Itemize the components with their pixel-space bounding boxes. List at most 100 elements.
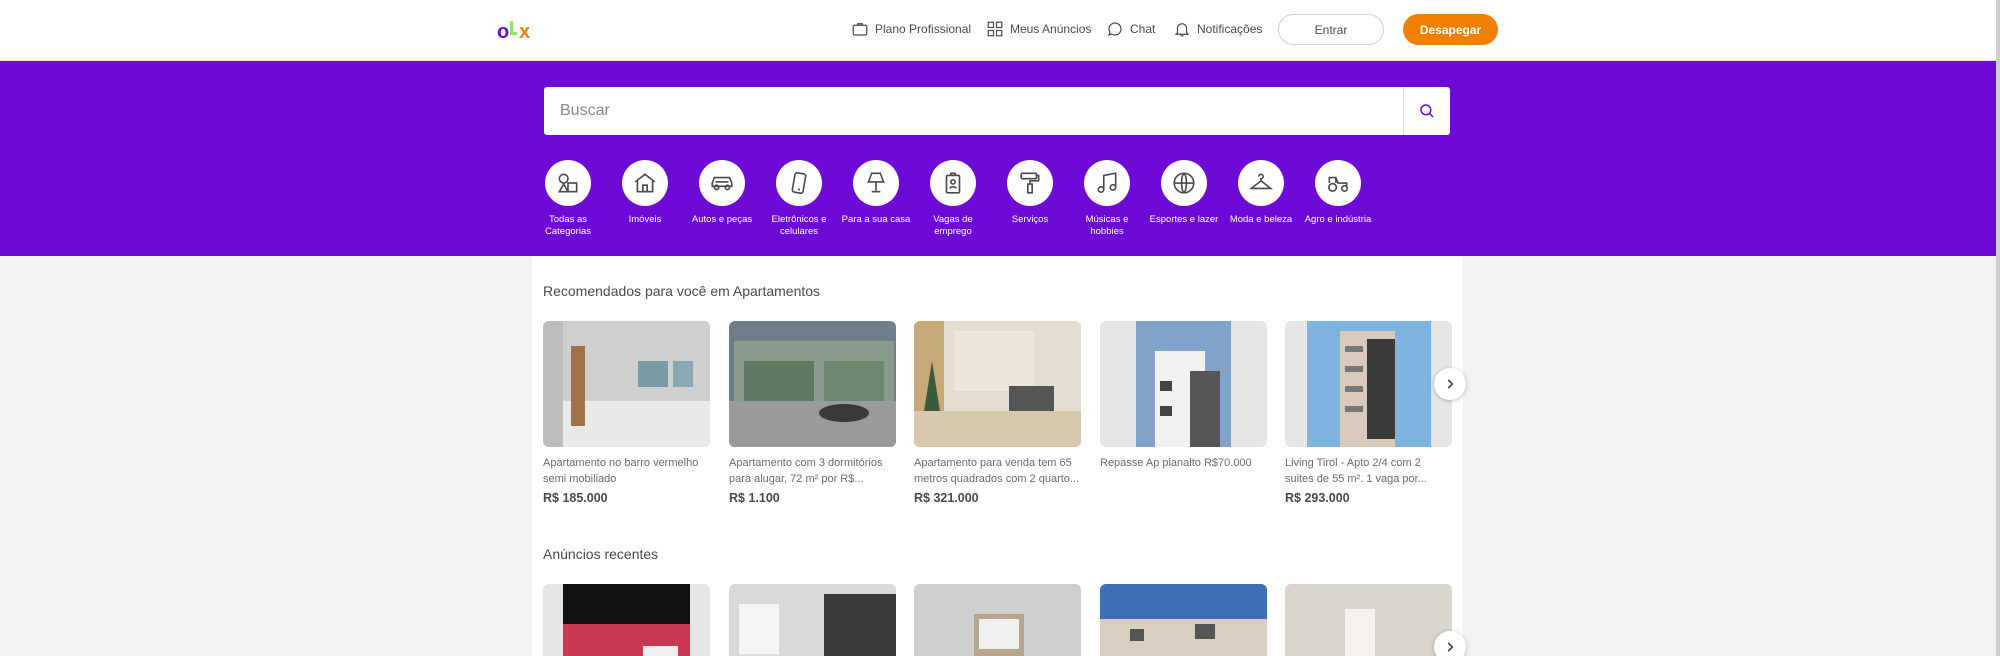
listing-card[interactable]: Apartamento para venda tem 65 metros qua… [914, 321, 1081, 505]
category-circle [853, 160, 899, 206]
shapes-icon [557, 173, 578, 193]
category-label: Agro e indústria [1304, 214, 1372, 225]
recommended-title: Recomendados para você em Apartamentos [543, 283, 821, 299]
category-label: Eletrônicos e celulares [771, 214, 827, 237]
nav-label: Notificações [1197, 22, 1263, 36]
nav-notificacoes[interactable]: Notificações [1173, 14, 1262, 44]
category-circle [930, 160, 976, 206]
listing-card[interactable] [729, 584, 896, 656]
listing-price: R$ 185.000 [543, 491, 608, 505]
category-autos[interactable]: Autos e peças [684, 160, 760, 226]
listing-image [729, 321, 896, 447]
nav-label: Chat [1130, 22, 1156, 36]
svg-text:o: o [497, 21, 509, 42]
listing-title: Apartamento para venda tem 65 metros qua… [914, 457, 1080, 485]
listing-image [1285, 584, 1452, 656]
listing-image [1100, 321, 1267, 447]
hanger-icon [1248, 173, 1274, 190]
chevron-right-icon [1447, 379, 1454, 389]
olx-logo[interactable]: o x [497, 18, 541, 42]
post-ad-button[interactable]: Desapegar [1403, 14, 1498, 45]
recent-title: Anúncios recentes [543, 546, 659, 562]
listing-card[interactable]: Repasse Ap planalto R$70.000 [1100, 321, 1267, 491]
category-label: Para a sua casa [841, 214, 911, 225]
category-vagas[interactable]: Vagas de emprego [915, 160, 991, 238]
category-servicos[interactable]: Serviços [992, 160, 1068, 226]
category-label: Serviços [1011, 214, 1049, 225]
nav-label: Meus Anúncios [1010, 22, 1092, 36]
category-label: Autos e peças [691, 214, 753, 225]
listing-image [543, 584, 710, 656]
category-casa[interactable]: Para a sua casa [838, 160, 914, 226]
category-circle [1238, 160, 1284, 206]
nav-chat[interactable]: Chat [1106, 14, 1155, 44]
listing-card[interactable]: Apartamento no barro vermelho semi mobil… [543, 321, 710, 505]
bell-icon [1174, 23, 1190, 37]
search-button[interactable] [1403, 87, 1450, 135]
category-circle [1084, 160, 1130, 206]
carousel-next-button[interactable] [1434, 631, 1466, 656]
page-scrollbar[interactable] [1996, 0, 2000, 656]
listing-image [1100, 584, 1267, 656]
carousel-next-button[interactable] [1434, 368, 1466, 400]
search-bar [544, 87, 1450, 135]
listing-price: R$ 293.000 [1285, 491, 1350, 505]
listing-title: Apartamento com 3 dormitórios para aluga… [729, 457, 883, 485]
badge-icon [945, 172, 961, 194]
listing-image [543, 321, 710, 447]
ball-icon [1173, 172, 1195, 194]
category-label: Vagas de emprego [933, 214, 973, 237]
category-circle [776, 160, 822, 206]
category-imoveis[interactable]: Imóveis [607, 160, 683, 226]
listing-image [729, 584, 896, 656]
chevron-right-icon [1447, 642, 1454, 652]
listing-card[interactable] [914, 584, 1081, 656]
category-label: Moda e beleza [1229, 214, 1293, 225]
category-agro[interactable]: Agro e indústria [1300, 160, 1376, 226]
listing-image [914, 321, 1081, 447]
house-icon [634, 173, 656, 193]
nav-meus-anuncios[interactable]: Meus Anúncios [986, 14, 1091, 44]
listing-title: Repasse Ap planalto R$70.000 [1100, 457, 1252, 469]
category-esportes[interactable]: Esportes e lazer [1146, 160, 1222, 226]
category-musicas[interactable]: Músicas e hobbies [1069, 160, 1145, 238]
listing-title: Apartamento no barro vermelho semi mobil… [543, 457, 699, 485]
briefcase-icon [852, 23, 868, 36]
listing-card[interactable] [1285, 584, 1452, 656]
category-label: Músicas e hobbies [1085, 214, 1129, 237]
listing-price: R$ 1.100 [729, 491, 780, 505]
category-circle [622, 160, 668, 206]
svg-text:x: x [519, 21, 530, 42]
listing-card[interactable]: Apartamento com 3 dormitórios para aluga… [729, 321, 896, 505]
listing-image [914, 584, 1081, 656]
category-label: Todas as Categorias [545, 214, 591, 237]
paint-roller-icon [1020, 172, 1040, 194]
music-note-icon [1097, 172, 1117, 194]
category-label: Esportes e lazer [1149, 214, 1219, 225]
top-header: o x Plano Profissional Meus Anúncios Cha… [0, 0, 2000, 61]
nav-label: Plano Profissional [875, 22, 972, 36]
listing-card[interactable]: Living Tirol - Apto 2/4 com 2 suites de … [1285, 321, 1452, 505]
search-hero: Todas as Categorias Imóveis Autos e peça… [0, 61, 1996, 256]
category-circle [699, 160, 745, 206]
category-circle [1161, 160, 1207, 206]
listing-card[interactable] [1100, 584, 1267, 656]
listing-card[interactable] [543, 584, 710, 656]
category-circle [1007, 160, 1053, 206]
search-icon [1420, 104, 1434, 118]
chat-icon [1108, 22, 1122, 37]
car-icon [711, 176, 733, 191]
listing-price: R$ 321.000 [914, 491, 979, 505]
listing-image [1285, 321, 1452, 447]
lamp-icon [867, 172, 885, 193]
search-input[interactable] [544, 87, 1404, 135]
listing-title: Living Tirol - Apto 2/4 com 2 suites de … [1285, 457, 1427, 485]
nav-plano-profissional[interactable]: Plano Profissional [851, 14, 971, 44]
login-button[interactable]: Entrar [1278, 14, 1384, 45]
category-eletronicos[interactable]: Eletrônicos e celulares [761, 160, 837, 238]
category-moda[interactable]: Moda e beleza [1223, 160, 1299, 226]
phone-icon [791, 171, 807, 195]
category-todas[interactable]: Todas as Categorias [530, 160, 606, 238]
grid-icon [987, 21, 1003, 37]
tractor-icon [1327, 176, 1349, 192]
